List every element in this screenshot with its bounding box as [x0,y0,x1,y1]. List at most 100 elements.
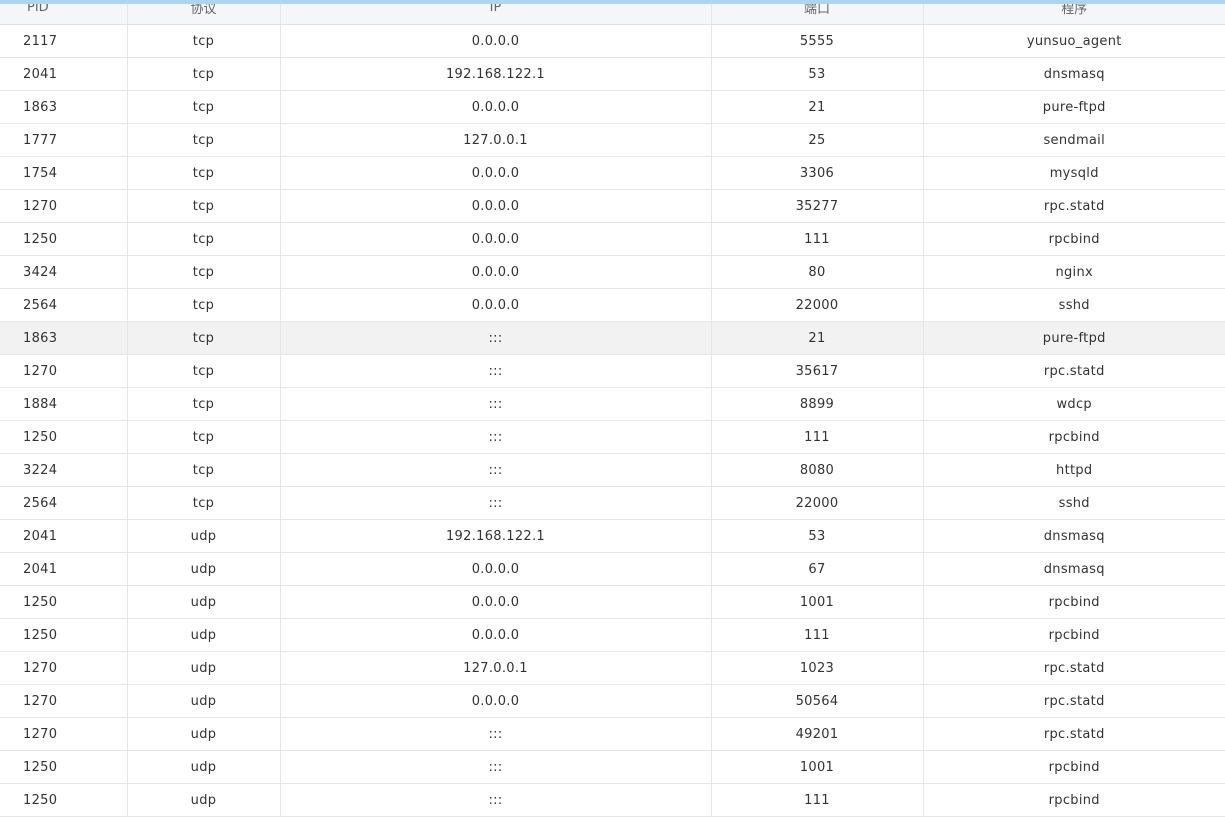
cell-protocol: tcp [127,90,281,124]
table-row[interactable]: 2041 udp 192.168.122.1 53 dnsmasq [0,519,1225,553]
cell-protocol: udp [127,750,281,784]
cell-ip: ::: [280,750,712,784]
cell-ip: ::: [280,420,712,454]
cell-ip: 0.0.0.0 [280,684,712,718]
cell-program: rpcbind [923,750,1225,784]
cell-protocol: tcp [127,156,281,190]
cell-port: 22000 [711,288,924,322]
cell-port: 3306 [711,156,924,190]
cell-program: rpc.statd [923,684,1225,718]
table-row[interactable]: 1250 udp 0.0.0.0 1001 rpcbind [0,585,1225,619]
cell-port: 25 [711,123,924,157]
cell-pid: 1250 [0,618,128,652]
cell-protocol: tcp [127,321,281,355]
cell-ip: 0.0.0.0 [280,90,712,124]
cell-program: dnsmasq [923,519,1225,553]
cell-pid: 3424 [0,255,128,289]
table-row[interactable]: 1270 udp 0.0.0.0 50564 rpc.statd [0,684,1225,718]
table-row[interactable]: 1754 tcp 0.0.0.0 3306 mysqld [0,156,1225,190]
cell-ip: 0.0.0.0 [280,288,712,322]
table-row[interactable]: 1270 udp::: 49201 rpc.statd [0,717,1225,751]
cell-ip: ::: [280,354,712,388]
cell-port: 1001 [711,585,924,619]
cell-protocol: tcp [127,123,281,157]
cell-program: pure-ftpd [923,90,1225,124]
table-row[interactable]: 2041 tcp 192.168.122.1 53 dnsmasq [0,57,1225,91]
cell-port: 35617 [711,354,924,388]
table-row[interactable]: 1250 udp 0.0.0.0 111 rpcbind [0,618,1225,652]
table-row[interactable]: 2564 tcp::: 22000 sshd [0,486,1225,520]
cell-protocol: tcp [127,57,281,91]
cell-program: rpcbind [923,585,1225,619]
table-row[interactable]: 2041 udp 0.0.0.0 67 dnsmasq [0,552,1225,586]
cell-protocol: tcp [127,255,281,289]
cell-pid: 1270 [0,651,128,685]
table-row[interactable]: 1250 tcp::: 111 rpcbind [0,420,1225,454]
cell-port: 49201 [711,717,924,751]
table-row[interactable]: 1270 tcp 0.0.0.0 35277 rpc.statd [0,189,1225,223]
cell-protocol: udp [127,552,281,586]
cell-ip: 0.0.0.0 [280,585,712,619]
cell-protocol: udp [127,717,281,751]
cell-port: 53 [711,519,924,553]
cell-program: rpcbind [923,618,1225,652]
table-row[interactable]: 2564 tcp 0.0.0.0 22000 sshd [0,288,1225,322]
cell-ip: ::: [280,717,712,751]
cell-program: rpc.statd [923,354,1225,388]
cell-pid: 1250 [0,585,128,619]
cell-port: 1023 [711,651,924,685]
cell-port: 50564 [711,684,924,718]
cell-program: rpcbind [923,420,1225,454]
cell-pid: 1250 [0,420,128,454]
table-row[interactable]: 1270 tcp::: 35617 rpc.statd [0,354,1225,388]
port-table: PID 协议 IP 端口 程序 2117 tcp 0.0.0.0 5555 yunsuo… [0,0,1225,817]
cell-port: 111 [711,420,924,454]
cell-port: 22000 [711,486,924,520]
cell-port: 35277 [711,189,924,223]
cell-protocol: tcp [127,387,281,421]
cell-port: 53 [711,57,924,91]
cell-pid: 1863 [0,321,128,355]
table-row[interactable]: 1863 tcp 0.0.0.0 21 pure-ftpd [0,90,1225,124]
cell-pid: 1270 [0,717,128,751]
cell-protocol: udp [127,684,281,718]
cell-program: dnsmasq [923,57,1225,91]
cell-port: 1001 [711,750,924,784]
cell-port: 21 [711,90,924,124]
cell-pid: 1270 [0,189,128,223]
cell-ip: ::: [280,486,712,520]
cell-port: 8080 [711,453,924,487]
table-row[interactable]: 1863 tcp::: 21 pure-ftpd [0,321,1225,355]
table-row[interactable]: 1777 tcp 127.0.0.1 25 sendmail [0,123,1225,157]
cell-port: 111 [711,618,924,652]
table-row[interactable]: 1250 tcp 0.0.0.0 111 rpcbind [0,222,1225,256]
cell-ip: 0.0.0.0 [280,189,712,223]
cell-protocol: udp [127,651,281,685]
table-row[interactable]: 1250 udp::: 1001 rpcbind [0,750,1225,784]
table-row[interactable]: 3424 tcp 0.0.0.0 80 nginx [0,255,1225,289]
table-row[interactable]: 3224 tcp::: 8080 httpd [0,453,1225,487]
table-row[interactable]: 1884 tcp::: 8899 wdcp [0,387,1225,421]
table-row[interactable]: 1270 udp 127.0.0.1 1023 rpc.statd [0,651,1225,685]
cell-pid: 1270 [0,354,128,388]
cell-pid: 2041 [0,57,128,91]
cell-protocol: udp [127,618,281,652]
cell-protocol: tcp [127,453,281,487]
cell-ip: 0.0.0.0 [280,618,712,652]
cell-program: yunsuo_agent [923,24,1225,58]
cell-pid: 1270 [0,684,128,718]
cell-program: httpd [923,453,1225,487]
cell-port: 111 [711,222,924,256]
cell-protocol: tcp [127,288,281,322]
cell-pid: 1884 [0,387,128,421]
cell-port: 80 [711,255,924,289]
cell-protocol: tcp [127,222,281,256]
cell-ip: 0.0.0.0 [280,255,712,289]
cell-pid: 1250 [0,750,128,784]
top-accent-bar [0,0,1225,4]
cell-pid: 2041 [0,519,128,553]
table-row[interactable]: 2117 tcp 0.0.0.0 5555 yunsuo_agent [0,24,1225,58]
cell-ip: ::: [280,321,712,355]
port-table-container: PID 协议 IP 端口 程序 2117 tcp 0.0.0.0 5555 yunsuo… [0,0,1225,817]
cell-ip: 192.168.122.1 [280,519,712,553]
